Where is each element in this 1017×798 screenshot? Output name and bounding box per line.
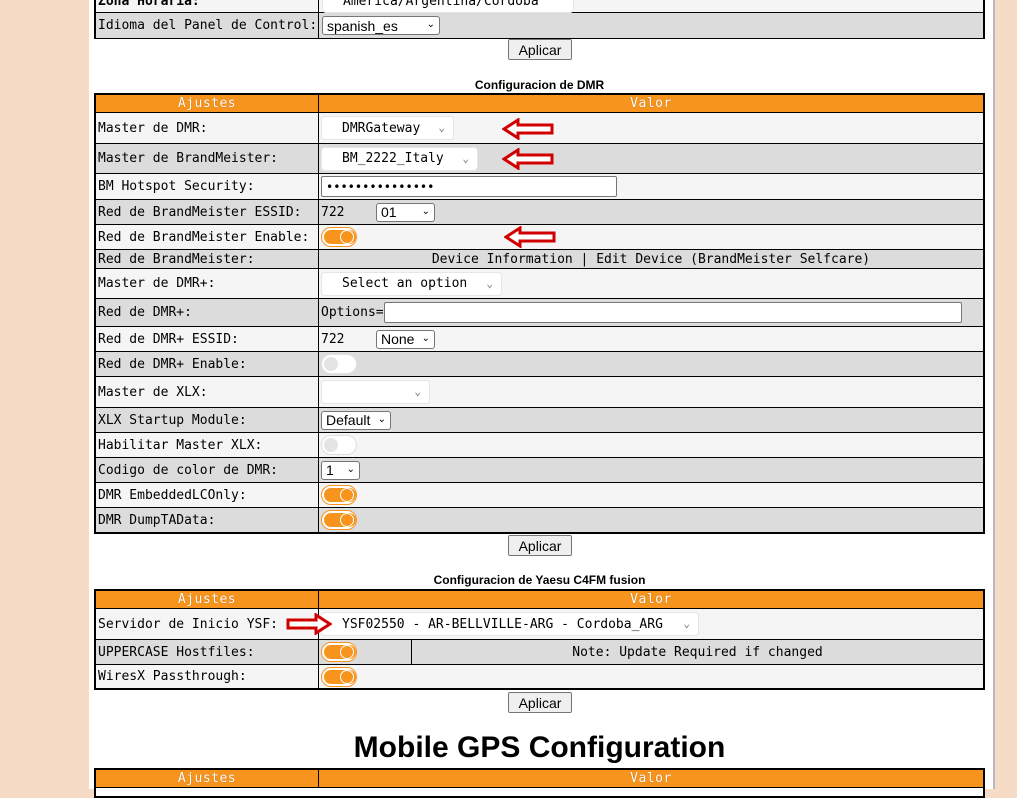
- bm-enable-label: Red de BrandMeister Enable:: [96, 225, 319, 250]
- dumpta-label: DMR DumpTAData:: [96, 508, 319, 532]
- chevron-down-icon: ⌄: [438, 121, 445, 134]
- bm-security-row: BM Hotspot Security: •••••••••••••••: [96, 174, 983, 200]
- gps-table-header: Ajustes Valor: [96, 770, 983, 788]
- chevron-down-icon: ⌄: [414, 385, 421, 398]
- xlx-enable-label: Habilitar Master XLX:: [96, 433, 319, 458]
- dumpta-toggle[interactable]: [321, 510, 357, 530]
- dmrplus-options-input[interactable]: [383, 302, 962, 323]
- xlx-startup-select[interactable]: Default ⌄: [321, 410, 391, 430]
- header-settings: Ajustes: [96, 95, 319, 113]
- chevron-down-icon: ⌄: [346, 463, 355, 475]
- language-label: Idioma del Panel de Control:: [96, 13, 319, 38]
- bm-essid-select[interactable]: 01 ⌄: [376, 202, 435, 222]
- xlx-enable-toggle[interactable]: [321, 435, 357, 455]
- bm-enable-toggle[interactable]: [321, 227, 357, 247]
- dmrplus-enable-label: Red de DMR+ Enable:: [96, 352, 319, 377]
- annotation-arrow-left-icon: [504, 226, 556, 248]
- ysf-server-row: Servidor de Inicio YSF: YSF02550 - AR-BE…: [96, 609, 983, 640]
- bm-network-row: Red de BrandMeister: Device Information …: [96, 250, 983, 269]
- dmrplus-options-prefix: Options=: [321, 305, 384, 320]
- dmrplus-net-label: Red de DMR+:: [96, 299, 319, 327]
- annotation-arrow-left-icon: [502, 148, 554, 170]
- panel-edge: [993, 0, 995, 789]
- dumpta-row: DMR DumpTAData:: [96, 508, 983, 532]
- ysf-server-select[interactable]: YSF02550 - AR-BELLVILLE-ARG - Cordoba_AR…: [321, 612, 699, 636]
- color-code-select[interactable]: 1 ⌄: [321, 460, 360, 480]
- dmr-table-header: Ajustes Valor: [96, 95, 983, 113]
- bm-essid-prefix: 722: [321, 204, 345, 220]
- chevron-down-icon: ⌄: [377, 413, 386, 425]
- embedded-label: DMR EmbeddedLCOnly:: [96, 483, 319, 508]
- bm-security-input[interactable]: •••••••••••••••: [321, 176, 617, 197]
- dmrplus-master-select[interactable]: Select an option ⌄: [321, 271, 502, 296]
- chevron-down-icon: ⌄: [486, 276, 493, 290]
- annotation-arrow-right-icon: [286, 613, 332, 635]
- xlx-master-row: Master de XLX: ⌄: [96, 377, 983, 408]
- dmrplus-master-row: Master de DMR+: Select an option ⌄: [96, 269, 983, 299]
- xlx-master-label: Master de XLX:: [96, 377, 319, 408]
- chevron-down-icon: ⌄: [426, 19, 435, 30]
- dmrplus-master-label: Master de DMR+:: [96, 269, 319, 299]
- bm-essid-label: Red de BrandMeister ESSID:: [96, 200, 319, 225]
- ysf-table-header: Ajustes Valor: [96, 591, 983, 609]
- language-row: Idioma del Panel de Control: spanish_es …: [96, 13, 983, 38]
- bm-master-select[interactable]: BM_2222_Italy ⌄: [321, 146, 478, 171]
- wiresx-row: WiresX Passthrough:: [96, 665, 983, 688]
- embedded-row: DMR EmbeddedLCOnly:: [96, 483, 983, 508]
- dmrplus-essid-row: Red de DMR+ ESSID: 722 None ⌄: [96, 327, 983, 352]
- dmrplus-essid-prefix: 722: [321, 331, 345, 347]
- wiresx-toggle[interactable]: [321, 666, 357, 687]
- chevron-down-icon: ⌄: [421, 205, 430, 217]
- color-code-row: Codigo de color de DMR: 1 ⌄: [96, 458, 983, 483]
- bm-security-label: BM Hotspot Security:: [96, 174, 319, 200]
- header-value: Valor: [319, 591, 983, 609]
- header-settings: Ajustes: [96, 591, 319, 609]
- xlx-master-select[interactable]: ⌄: [321, 380, 430, 404]
- xlx-startup-label: XLX Startup Module:: [96, 408, 319, 433]
- apply-dmr-button[interactable]: Aplicar: [508, 535, 572, 556]
- header-value: Valor: [319, 770, 983, 788]
- uppercase-toggle[interactable]: [321, 642, 357, 662]
- timezone-select[interactable]: America/Argentina/Cordoba: [322, 0, 574, 13]
- apply-ysf-button[interactable]: Aplicar: [508, 692, 572, 713]
- header-settings: Ajustes: [96, 770, 319, 788]
- language-select[interactable]: spanish_es ⌄: [322, 16, 440, 35]
- dmrplus-essid-label: Red de DMR+ ESSID:: [96, 327, 319, 352]
- dmr-section-title: Configuracion de DMR: [474, 78, 605, 92]
- annotation-arrow-left-icon: [502, 118, 554, 140]
- color-code-label: Codigo de color de DMR:: [96, 458, 319, 483]
- uppercase-note: Note: Update Required if changed: [572, 644, 823, 660]
- header-value: Valor: [319, 95, 983, 113]
- wiresx-label: WiresX Passthrough:: [96, 665, 319, 688]
- dmr-master-label: Master de DMR:: [96, 113, 319, 144]
- bm-essid-row: Red de BrandMeister ESSID: 722 01 ⌄: [96, 200, 983, 225]
- general-settings-table: Zona Horaria: America/Argentina/Cordoba …: [94, 0, 985, 39]
- chevron-down-icon: ⌄: [683, 617, 690, 630]
- apply-general-button[interactable]: Aplicar: [508, 39, 572, 60]
- gps-section-title: Mobile GPS Configuration: [353, 731, 726, 764]
- bm-network-label: Red de BrandMeister:: [96, 250, 319, 269]
- bm-master-label: Master de BrandMeister:: [96, 144, 319, 174]
- timezone-label: Zona Horaria:: [96, 0, 319, 13]
- uppercase-label: UPPERCASE Hostfiles:: [96, 640, 319, 665]
- gps-settings-table: Ajustes Valor: [94, 768, 985, 798]
- dmr-master-select[interactable]: DMRGateway ⌄: [321, 116, 454, 140]
- timezone-row: Zona Horaria: America/Argentina/Cordoba: [96, 0, 983, 13]
- ysf-settings-table: Ajustes Valor Servidor de Inicio YSF: YS…: [94, 589, 985, 690]
- uppercase-row: UPPERCASE Hostfiles: Note: Update Requir…: [96, 640, 983, 665]
- dmrplus-essid-select[interactable]: None ⌄: [376, 329, 435, 349]
- chevron-down-icon: ⌄: [462, 151, 469, 165]
- chevron-down-icon: ⌄: [421, 332, 430, 344]
- dmrplus-enable-toggle[interactable]: [321, 354, 357, 374]
- ysf-section-title: Configuracion de Yaesu C4FM fusion: [433, 573, 646, 587]
- dmrplus-enable-row: Red de DMR+ Enable:: [96, 352, 983, 377]
- xlx-startup-row: XLX Startup Module: Default ⌄: [96, 408, 983, 433]
- xlx-enable-row: Habilitar Master XLX:: [96, 433, 983, 458]
- bm-network-links[interactable]: Device Information | Edit Device (BrandM…: [432, 252, 870, 267]
- dmrplus-net-row: Red de DMR+: Options=: [96, 299, 983, 327]
- embedded-toggle[interactable]: [321, 485, 357, 505]
